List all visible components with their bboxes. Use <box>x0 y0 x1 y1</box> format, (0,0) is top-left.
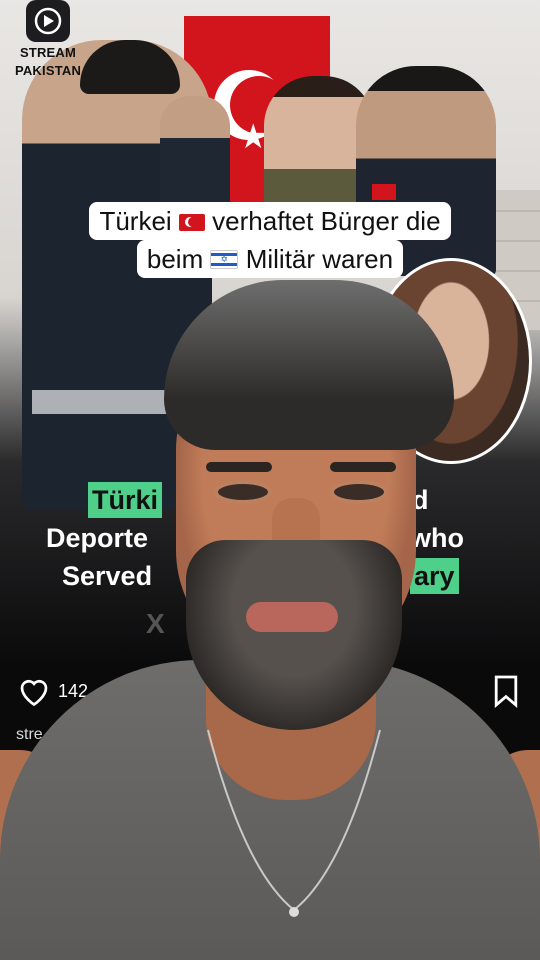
video-frame: ★ Türki d Deporte who Served ary X 142 s… <box>0 0 540 960</box>
police-officer-middle <box>160 96 230 216</box>
video-caption: Türkei verhaftet Bürger die beim ✡ Milit… <box>50 202 490 278</box>
presenter <box>0 280 540 960</box>
logo-text-stream: STREAM <box>19 45 77 60</box>
turkey-flag-icon <box>178 214 205 231</box>
israel-flag-icon: ✡ <box>210 250 239 269</box>
caption-line-2: beim ✡ Militär waren <box>136 240 404 278</box>
presenter-hair <box>164 280 454 450</box>
logo-text-pakistan: PAKISTAN <box>14 63 82 78</box>
stream-pakistan-logo: STREAM PAKISTAN <box>8 0 88 80</box>
play-logo-icon <box>26 0 70 42</box>
caption-line-1: Türkei verhaftet Bürger die <box>89 202 451 240</box>
necklace <box>207 729 381 917</box>
